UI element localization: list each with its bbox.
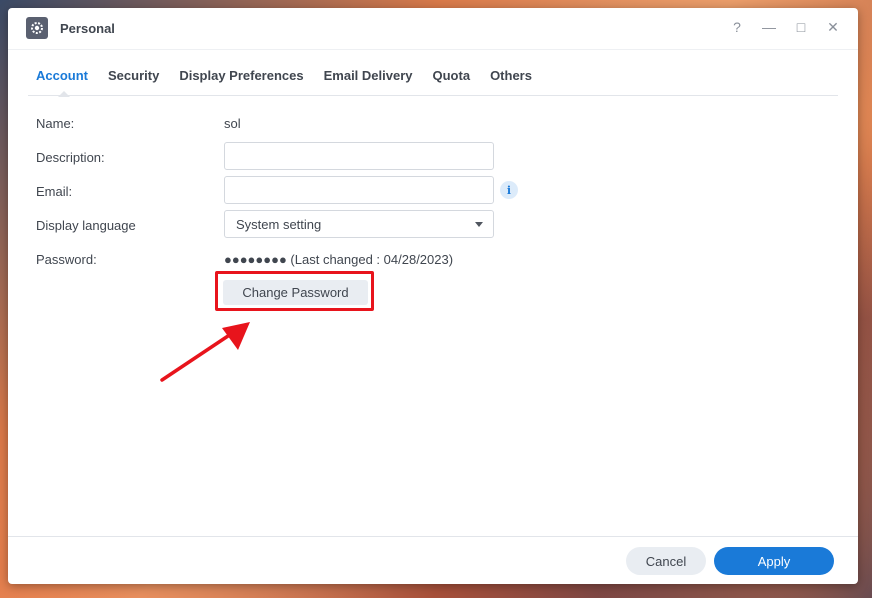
title-bar[interactable]: Personal ? — □ ✕ [8, 8, 858, 50]
tab-quota[interactable]: Quota [425, 58, 483, 96]
tab-bar: Account Security Display Preferences Ema… [28, 58, 838, 96]
chevron-down-icon [475, 222, 483, 227]
password-label: Password: [36, 252, 97, 267]
dialog-footer: Cancel Apply [8, 536, 858, 584]
name-label: Name: [36, 116, 75, 131]
window-controls: ? — □ ✕ [728, 18, 842, 36]
maximize-icon[interactable]: □ [792, 18, 810, 36]
tab-display-preferences[interactable]: Display Preferences [171, 58, 315, 96]
display-language-label: Display language [36, 218, 136, 233]
change-password-button[interactable]: Change Password [223, 280, 368, 305]
email-label: Email: [36, 184, 73, 199]
tab-account[interactable]: Account [28, 58, 100, 96]
personal-window: Personal ? — □ ✕ Account Security Displa… [8, 8, 858, 584]
cancel-button[interactable]: Cancel [626, 547, 706, 575]
help-icon[interactable]: ? [728, 18, 746, 36]
name-value: sol [224, 116, 241, 131]
tab-security[interactable]: Security [100, 58, 171, 96]
gear-icon [31, 22, 43, 34]
window-title: Personal [60, 21, 115, 36]
description-input[interactable] [224, 142, 494, 170]
info-icon[interactable]: i [500, 181, 518, 199]
display-language-value: System setting [236, 216, 322, 232]
red-arrow-annotation [160, 322, 250, 382]
tab-others[interactable]: Others [482, 58, 544, 96]
display-language-select[interactable]: System setting [224, 210, 494, 238]
personal-app-icon [26, 17, 48, 39]
email-input[interactable] [224, 176, 494, 204]
minimize-icon[interactable]: — [760, 18, 778, 36]
apply-button[interactable]: Apply [714, 547, 834, 575]
close-icon[interactable]: ✕ [824, 18, 842, 36]
tab-email-delivery[interactable]: Email Delivery [316, 58, 425, 96]
description-label: Description: [36, 150, 105, 165]
password-value: ●●●●●●●● (Last changed : 04/28/2023) [224, 252, 454, 267]
